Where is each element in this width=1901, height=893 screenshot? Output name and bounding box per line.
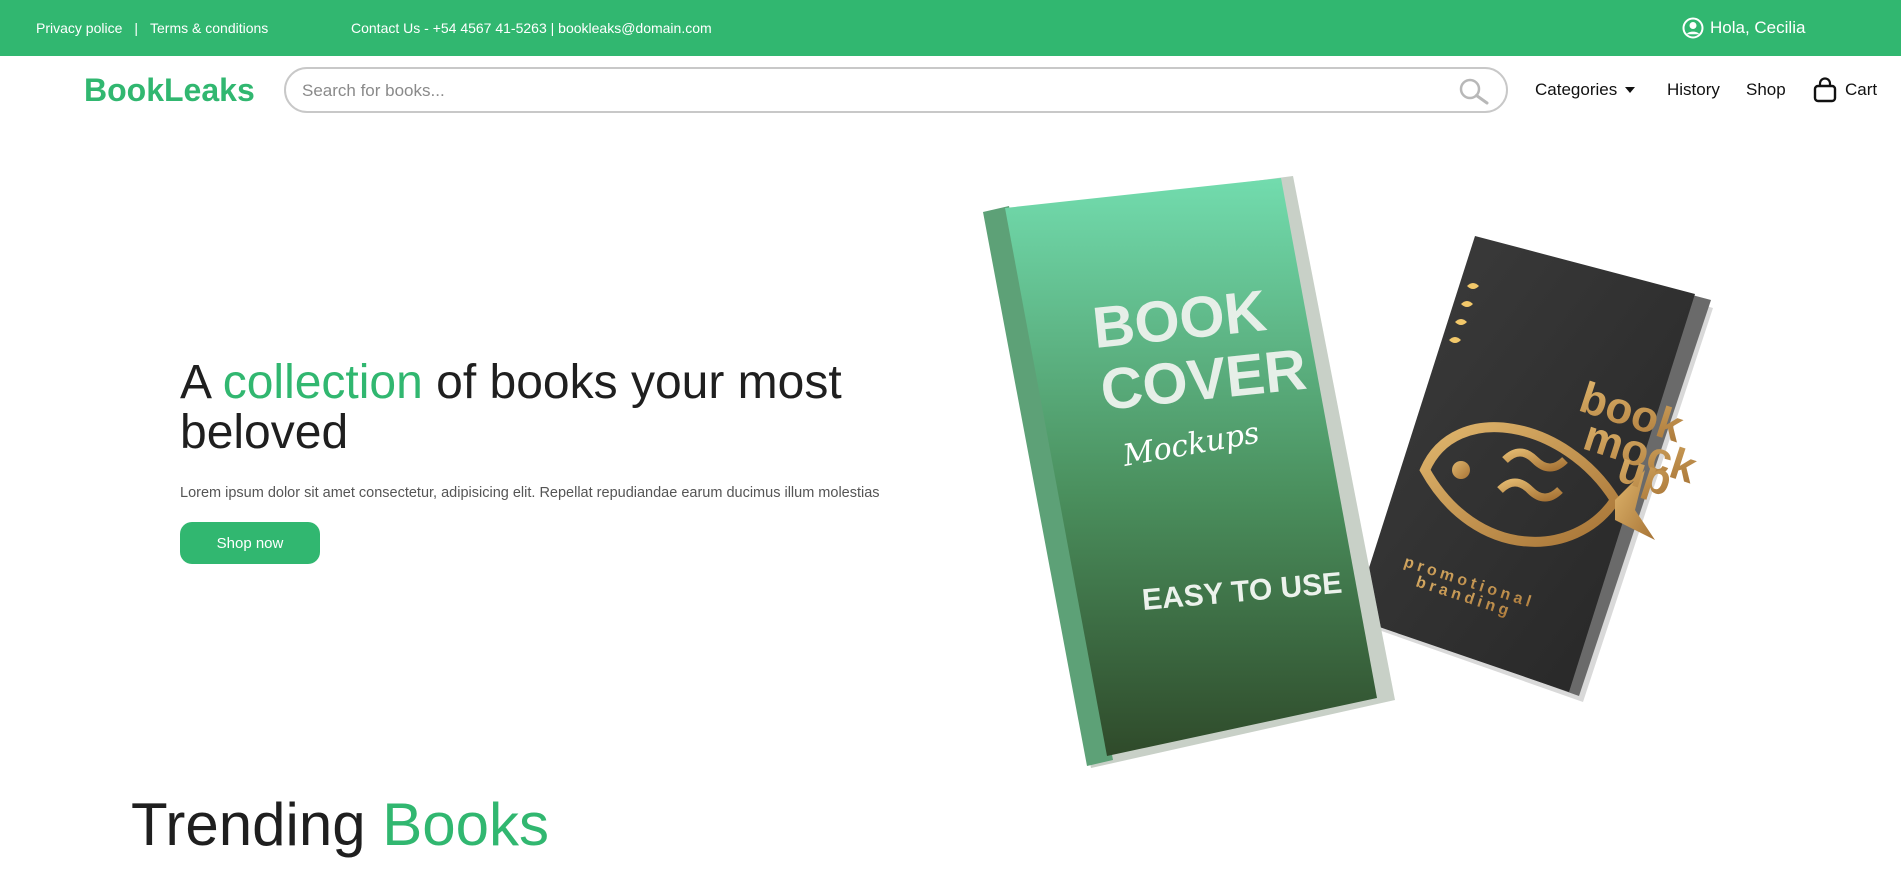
nav-categories[interactable]: Categories [1535,80,1636,100]
hero-title: A collection of books your most beloved [180,358,900,458]
green-book: BOOK COVER Mockups EASY TO USE [983,176,1395,768]
trending-heading: Trending Books [131,790,549,859]
user-circle-icon [1682,17,1704,39]
top-bar: Privacy police | Terms & conditions Cont… [0,0,1901,56]
nav-history[interactable]: History [1667,80,1720,100]
link-separator: | [134,20,139,36]
search-icon[interactable] [1458,77,1490,110]
hero-title-accent: collection [222,356,423,409]
nav-cart-label: Cart [1845,80,1878,99]
nav-shop[interactable]: Shop [1746,80,1786,100]
logo[interactable]: BookLeaks [84,72,255,109]
contact-info: Contact Us - +54 4567 41-5263 | bookleak… [351,20,712,36]
hero-title-part1: A [180,356,223,409]
terms-link[interactable]: Terms & conditions [150,20,268,36]
nav-cart[interactable]: Cart [1813,77,1877,103]
trending-title-accent: Books [382,791,550,858]
shop-now-button[interactable]: Shop now [180,522,320,564]
hero-description: Lorem ipsum dolor sit amet consectetur, … [180,485,880,501]
user-greeting: Hola, Cecilia [1710,18,1806,37]
hero-books-image: book mock up promotional branding BOOK C… [983,176,1713,768]
nav-categories-label: Categories [1535,80,1618,99]
trending-title-part1: Trending [131,791,383,858]
search-bar [284,67,1508,113]
search-input[interactable] [300,69,1444,113]
legal-links: Privacy police | Terms & conditions [36,20,268,36]
shopping-bag-icon [1813,77,1837,103]
caret-down-icon [1625,87,1636,93]
privacy-link[interactable]: Privacy police [36,20,122,36]
dark-book: book mock up promotional branding [1353,236,1713,702]
user-menu[interactable]: Hola, Cecilia [1682,17,1805,39]
main-header: BookLeaks Categories History Shop Cart [0,56,1901,126]
